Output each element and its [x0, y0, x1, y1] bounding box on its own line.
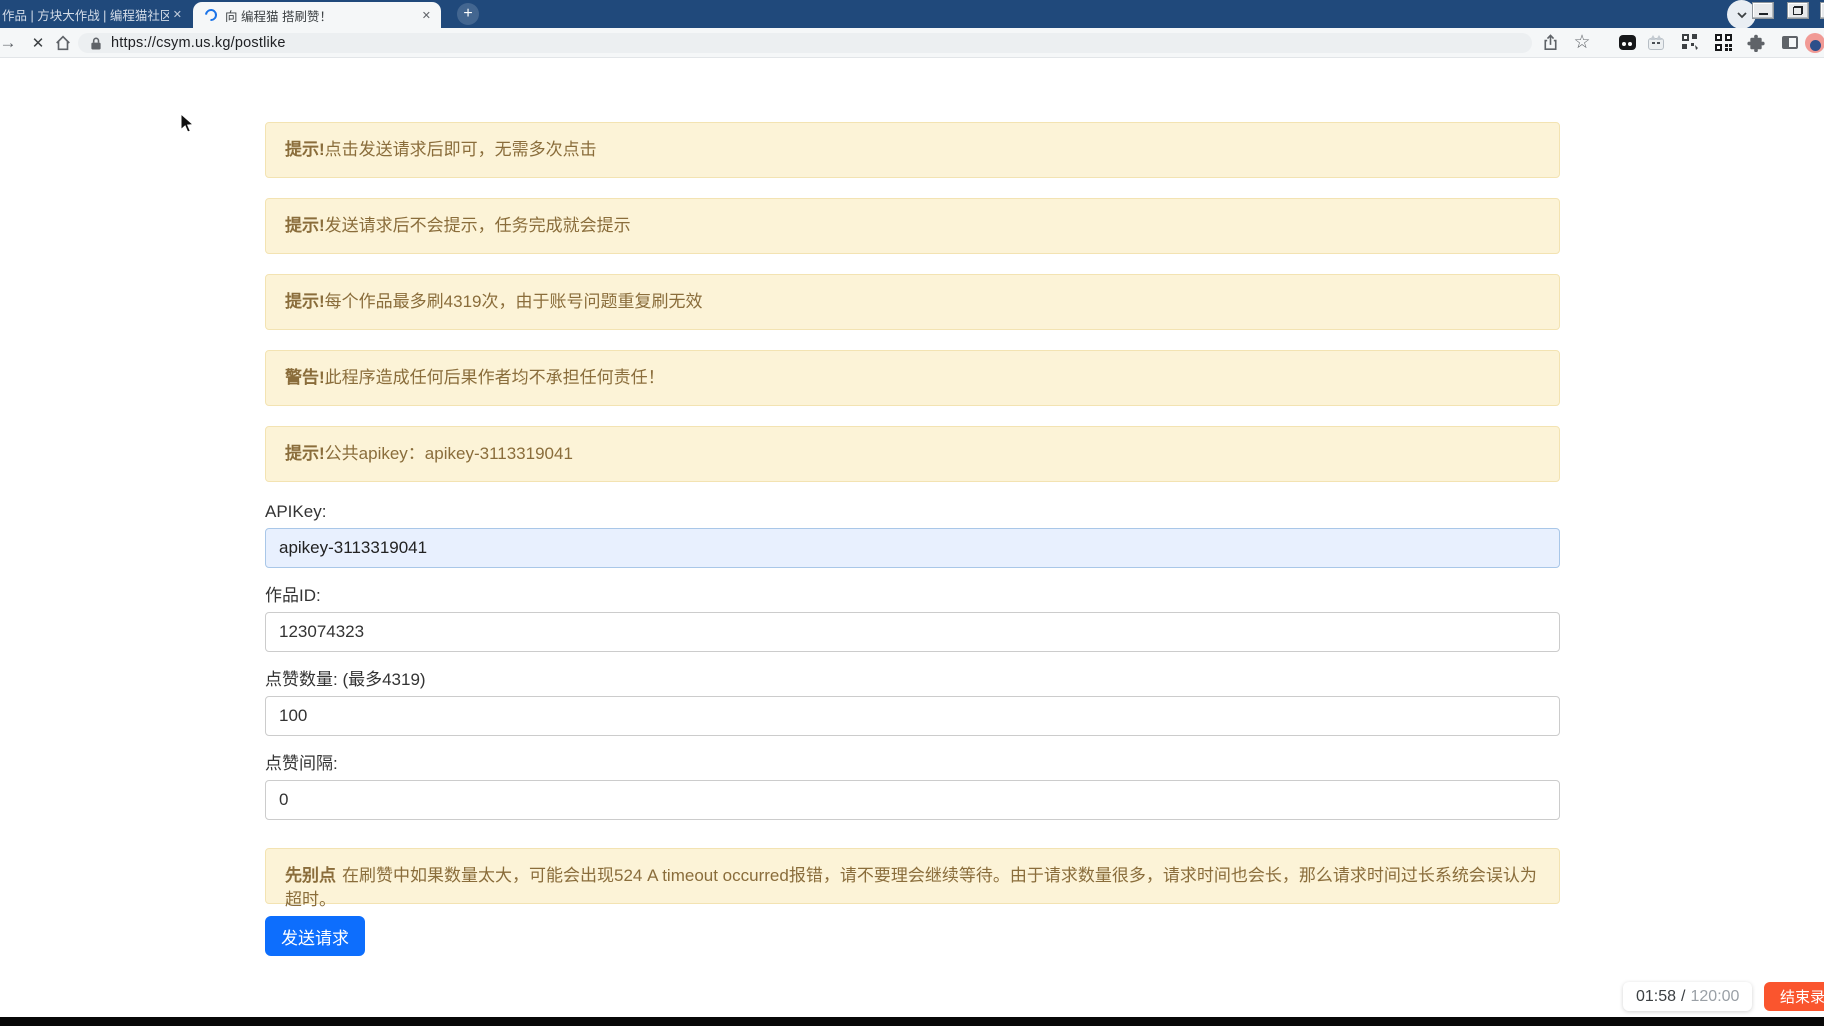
puzzle-icon	[1747, 34, 1765, 52]
recording-total: 120:00	[1690, 987, 1740, 1005]
tab-postlike-active[interactable]: 向 编程猫 搭刷赞！ ✕	[193, 2, 441, 28]
like-interval-input[interactable]	[265, 780, 1560, 820]
tab-close-icon[interactable]: ✕	[422, 9, 431, 22]
cat-extension-icon[interactable]	[1646, 28, 1666, 57]
recording-elapsed: 01:58	[1636, 987, 1677, 1005]
tab-community[interactable]: 作品 | 方块大作战 | 编程猫社区 ✕	[0, 0, 188, 28]
bookmark-star-button[interactable]: ☆	[1571, 28, 1593, 57]
work-id-field-group: 作品ID:	[265, 586, 1560, 652]
like-interval-label: 点赞间隔:	[265, 754, 338, 773]
like-count-label: 点赞数量: (最多4319)	[265, 670, 426, 689]
alert-timeout-note: 先别点 在刷赞中如果数量太大，可能会出现524 A timeout occurre…	[265, 848, 1560, 909]
stop-loading-button[interactable]: ✕	[28, 28, 48, 57]
restore-button[interactable]	[1787, 2, 1809, 19]
alert-tip-3: 提示!每个作品最多刷4319次，由于账号问题重复刷无效	[265, 274, 1560, 330]
alert-tip-2: 提示!发送请求后不会提示，任务完成就会提示	[265, 198, 1560, 254]
minimize-button[interactable]	[1752, 2, 1774, 19]
new-tab-button[interactable]: +	[457, 3, 479, 25]
loading-spinner-icon	[202, 6, 220, 24]
like-interval-field-group: 点赞间隔:	[265, 754, 1560, 820]
side-panel-button[interactable]	[1779, 28, 1801, 57]
tab-title: 向 编程猫 搭刷赞！	[225, 9, 332, 24]
lock-icon	[91, 37, 101, 49]
browser-toolbar: → ✕ https://csym.us.kg/postlike ☆	[0, 28, 1824, 58]
url-text: https://csym.us.kg/postlike	[111, 35, 286, 51]
form-container: 提示!点击发送请求后即可，无需多次点击 提示!发送请求后不会提示，任务完成就会提…	[265, 58, 1560, 956]
web-page: 提示!点击发送请求后即可，无需多次点击 提示!发送请求后不会提示，任务完成就会提…	[0, 58, 1824, 1017]
adblock-extension-icon[interactable]	[1617, 28, 1637, 57]
home-button[interactable]	[52, 28, 74, 57]
tab-close-icon[interactable]: ✕	[173, 8, 182, 21]
browser-titlebar: 作品 | 方块大作战 | 编程猫社区 ✕ 向 编程猫 搭刷赞！ ✕ +	[0, 0, 1824, 29]
home-icon	[56, 35, 70, 50]
profile-avatar[interactable]	[1804, 28, 1824, 57]
apikey-field-group: APIKey:	[265, 502, 1560, 568]
alert-warning: 警告!此程序造成任何后果作者均不承担任何责任！	[265, 350, 1560, 406]
forward-button[interactable]: →	[0, 28, 18, 57]
minimize-icon	[1758, 13, 1768, 15]
like-count-input[interactable]	[265, 696, 1560, 736]
address-bar[interactable]: https://csym.us.kg/postlike	[78, 33, 1532, 53]
side-panel-icon	[1782, 36, 1798, 49]
work-id-label: 作品ID:	[265, 586, 321, 605]
apikey-label: APIKey:	[265, 502, 327, 521]
recording-timer: 01:58 / 120:00	[1623, 982, 1753, 1011]
extensions-puzzle-button[interactable]	[1745, 28, 1767, 57]
alert-tip-1: 提示!点击发送请求后即可，无需多次点击	[265, 122, 1560, 178]
alert-public-apikey: 提示!公共apikey：apikey-3113319041	[265, 426, 1560, 482]
restore-icon	[1793, 6, 1803, 15]
qr-scan-extension-icon[interactable]	[1679, 28, 1701, 57]
close-window-button[interactable]	[1820, 2, 1824, 19]
bottom-letterbox-bar	[0, 1017, 1824, 1026]
send-request-button[interactable]: 发送请求	[265, 916, 365, 956]
share-icon	[1543, 34, 1557, 50]
share-button[interactable]	[1539, 28, 1561, 57]
tab-title: 作品 | 方块大作战 | 编程猫社区	[2, 8, 169, 23]
work-id-input[interactable]	[265, 612, 1560, 652]
like-count-field-group: 点赞数量: (最多4319)	[265, 670, 1560, 736]
chevron-down-icon	[1736, 11, 1747, 18]
stop-recording-button[interactable]: 结束录制	[1764, 982, 1824, 1011]
apikey-input[interactable]	[265, 528, 1560, 568]
qr-code-extension-icon[interactable]	[1712, 28, 1734, 57]
